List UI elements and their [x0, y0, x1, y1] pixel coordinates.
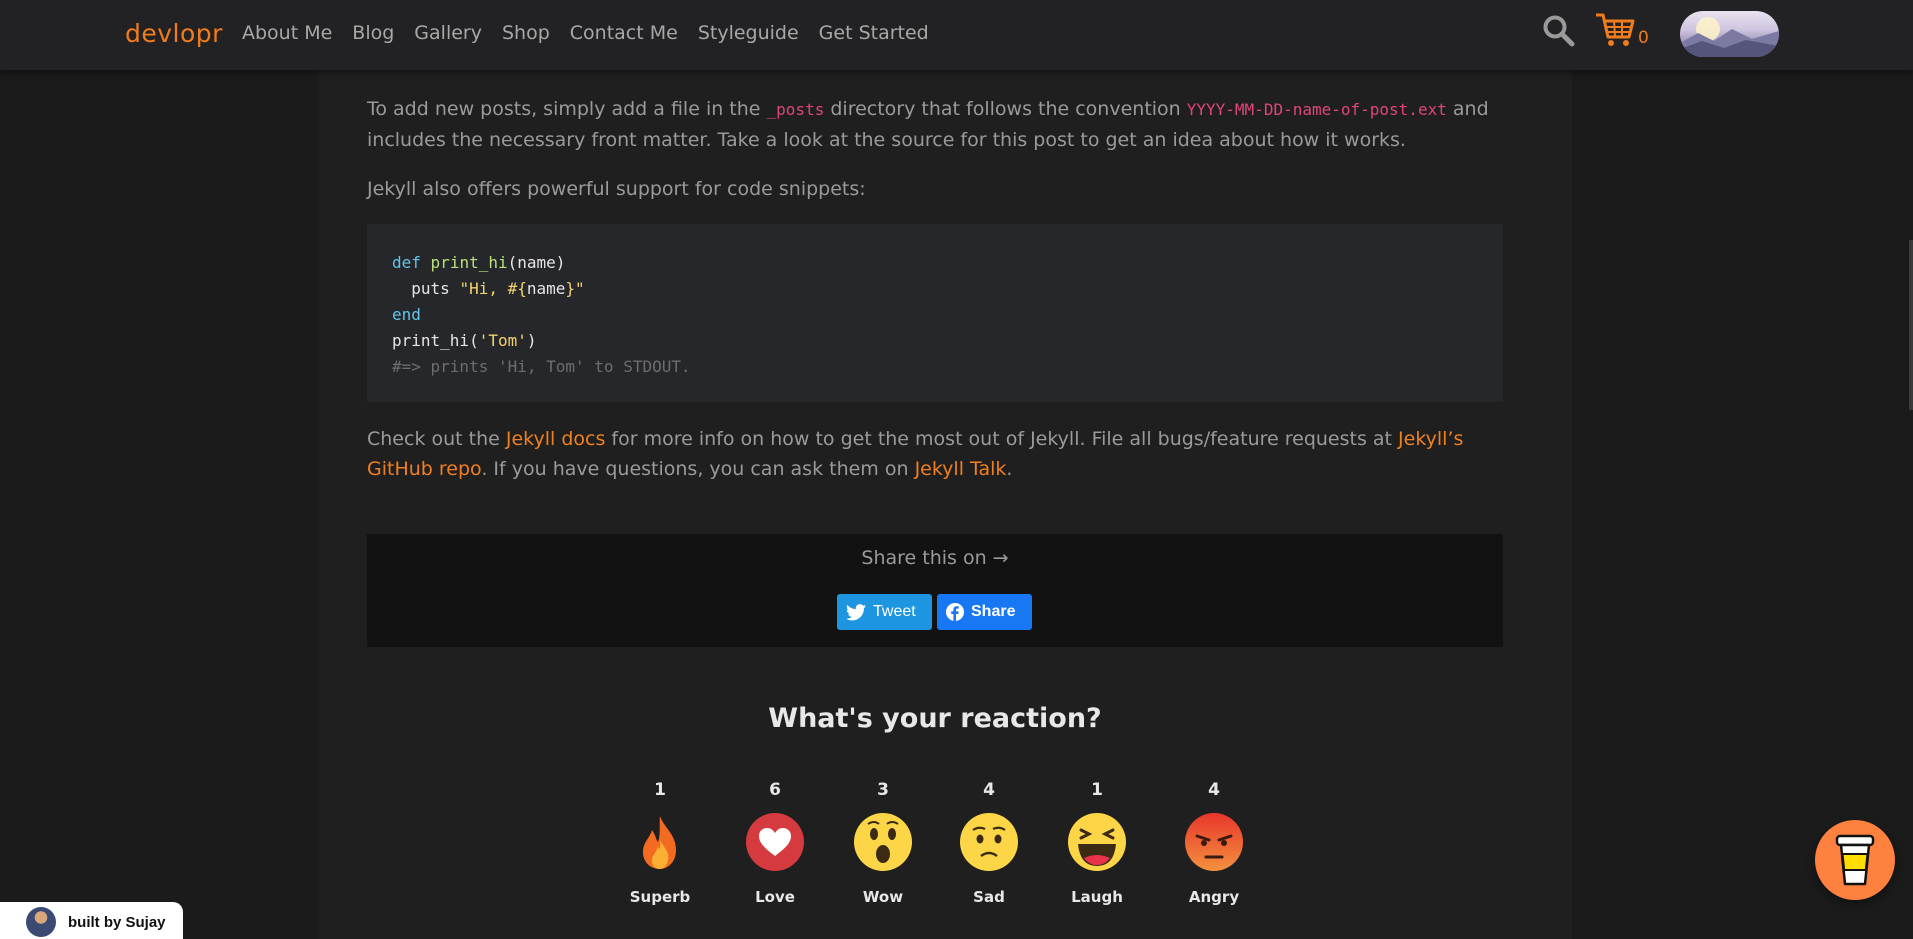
- code-function: print_hi: [430, 253, 508, 272]
- inline-code-convention: YYYY-MM-DD-name-of-post.ext: [1186, 100, 1447, 119]
- code-text: ): [526, 331, 537, 350]
- top-navbar: devlopr About Me Blog Gallery Shop Conta…: [0, 0, 1913, 70]
- nav-links: About Me Blog Gallery Shop Contact Me St…: [242, 22, 949, 44]
- brand-logo-link[interactable]: devlopr: [125, 19, 223, 48]
- theme-toggle-icon: [1680, 17, 1779, 57]
- cart-button[interactable]: [1594, 11, 1636, 49]
- code-text: name: [526, 279, 566, 298]
- reaction-count: 1: [654, 780, 666, 800]
- docs-paragraph: Check out the Jekyll docs for more info …: [367, 424, 1503, 484]
- nav-styleguide[interactable]: Styleguide: [698, 22, 799, 44]
- coffee-cup-icon: [1835, 834, 1875, 886]
- fire-icon: [643, 816, 676, 869]
- wow-face-icon: [854, 813, 912, 871]
- posts-paragraph: To add new posts, simply add a file in t…: [367, 94, 1503, 155]
- code-keyword: def: [392, 253, 421, 272]
- snippets-paragraph: Jekyll also offers powerful support for …: [367, 178, 866, 200]
- reaction-count: 4: [1208, 780, 1220, 800]
- jekyll-talk-link[interactable]: Jekyll Talk: [915, 458, 1007, 480]
- search-icon: [1543, 15, 1575, 47]
- code-comment: #=> prints 'Hi, Tom' to STDOUT.: [392, 357, 691, 376]
- built-by-text: built by Sujay: [68, 913, 166, 931]
- reaction-label: Angry: [1188, 888, 1240, 906]
- facebook-icon: [946, 603, 964, 621]
- posts-text-2: directory that follows the convention: [824, 98, 1187, 120]
- reaction-label: Love: [755, 888, 795, 906]
- docs-text-4: .: [1006, 458, 1013, 480]
- reaction-count: 3: [877, 780, 889, 800]
- nav-about-me[interactable]: About Me: [242, 22, 332, 44]
- code-string: }": [565, 279, 585, 298]
- reaction-wow[interactable]: 3 Wow: [838, 780, 928, 906]
- theme-toggle[interactable]: [1680, 11, 1779, 57]
- tweet-button[interactable]: Tweet: [837, 594, 932, 630]
- laugh-face-icon: [1068, 813, 1126, 871]
- posts-text-1: To add new posts, simply add a file in t…: [367, 98, 767, 120]
- nav-shop[interactable]: Shop: [502, 22, 550, 44]
- docs-text-2: for more info on how to get the most out…: [605, 428, 1399, 450]
- cart-count: 0: [1638, 28, 1649, 48]
- code-string: "Hi, #{: [459, 279, 527, 298]
- built-by-badge[interactable]: built by Sujay: [0, 902, 183, 939]
- scrollbar-thumb[interactable]: [1909, 240, 1913, 410]
- reaction-count: 6: [769, 780, 781, 800]
- jekyll-docs-link[interactable]: Jekyll docs: [506, 428, 606, 450]
- reaction-superb[interactable]: 1 Superb: [615, 780, 705, 906]
- heart-icon: [746, 813, 804, 871]
- reaction-label: Sad: [973, 888, 1005, 906]
- code-text: print_hi(: [392, 331, 479, 350]
- twitter-icon: [846, 603, 866, 620]
- reaction-laugh[interactable]: 1 Laugh: [1052, 780, 1142, 906]
- nav-gallery[interactable]: Gallery: [414, 22, 482, 44]
- code-string: 'Tom': [478, 331, 527, 350]
- tweet-label: Tweet: [873, 603, 916, 620]
- sad-face-icon: [960, 813, 1018, 871]
- inline-code-posts: _posts: [766, 100, 825, 119]
- cart-icon: [1596, 13, 1635, 46]
- facebook-share-label: Share: [971, 603, 1016, 620]
- page-scrollbar[interactable]: [1909, 0, 1913, 939]
- reaction-angry[interactable]: 4 Angry: [1169, 780, 1259, 906]
- reaction-count: 1: [1091, 780, 1103, 800]
- reaction-label: Laugh: [1071, 888, 1123, 906]
- facebook-share-button[interactable]: Share: [937, 594, 1032, 630]
- reaction-label: Wow: [862, 888, 904, 906]
- nav-get-started[interactable]: Get Started: [819, 22, 929, 44]
- nav-contact-me[interactable]: Contact Me: [570, 22, 678, 44]
- search-button[interactable]: [1542, 14, 1576, 48]
- nav-blog[interactable]: Blog: [352, 22, 394, 44]
- code-block: def print_hi(name) puts "Hi, #{name}" en…: [367, 224, 1503, 402]
- reaction-title: What's your reaction?: [768, 703, 1102, 734]
- code-text: (name): [507, 253, 566, 272]
- code-keyword: end: [392, 305, 421, 324]
- reaction-label: Superb: [629, 888, 691, 906]
- reaction-count: 4: [983, 780, 995, 800]
- docs-text-1: Check out the: [367, 428, 506, 450]
- angry-face-icon: [1185, 813, 1243, 871]
- share-title: Share this on →: [861, 547, 1009, 569]
- share-box: Share this on → Tweet Share: [367, 534, 1503, 647]
- avatar: [26, 907, 56, 937]
- reaction-love[interactable]: 6 Love: [730, 780, 820, 906]
- buy-me-a-coffee-button[interactable]: [1815, 820, 1895, 900]
- reaction-sad[interactable]: 4 Sad: [944, 780, 1034, 906]
- code-text: puts: [392, 279, 460, 298]
- docs-text-3: . If you have questions, you can ask the…: [481, 458, 915, 480]
